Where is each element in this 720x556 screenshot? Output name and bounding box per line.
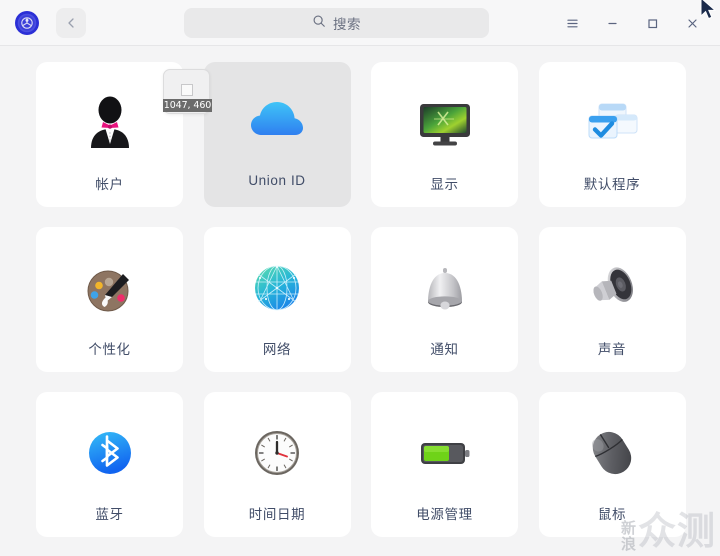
minimize-button[interactable] <box>592 3 632 43</box>
tile-notifications[interactable]: 通知 <box>371 227 518 372</box>
selection-square-icon <box>180 84 193 96</box>
search-icon <box>312 14 326 33</box>
coordinate-indicator[interactable]: 1047, 460 <box>163 69 212 114</box>
settings-grid: 帐户 Union ID 显示 默认程序 个性化 网络 通知 声音 蓝牙 时间日期… <box>36 62 686 537</box>
union-id-cloud-icon <box>243 89 311 157</box>
control-center-window: 搜索 帐户 Union ID 显示 默认程序 个性化 网络 通知 声音 蓝牙 时… <box>0 0 720 556</box>
maximize-icon <box>647 18 657 28</box>
tile-mouse[interactable]: 鼠标 <box>538 392 686 537</box>
datetime-clock-icon <box>243 419 311 487</box>
power-battery-icon <box>411 419 479 487</box>
tile-display[interactable]: 显示 <box>371 62 518 207</box>
tile-label: 个性化 <box>88 342 131 357</box>
display-monitor-icon <box>411 89 479 157</box>
default-apps-icon <box>578 89 646 157</box>
tile-datetime[interactable]: 时间日期 <box>203 392 351 537</box>
tile-network[interactable]: 网络 <box>203 227 351 372</box>
titlebar-divider <box>0 45 720 46</box>
tile-label: 帐户 <box>95 177 124 192</box>
tile-power[interactable]: 电源管理 <box>371 392 518 537</box>
search-input[interactable]: 搜索 <box>184 8 489 38</box>
coordinate-readout: 1047, 460 <box>163 99 212 112</box>
sound-speaker-icon <box>578 254 646 322</box>
mouse-icon <box>578 419 646 487</box>
tile-label: 默认程序 <box>583 177 641 192</box>
hamburger-menu-icon <box>566 19 578 27</box>
titlebar: 搜索 <box>0 0 720 46</box>
accounts-icon <box>76 89 144 157</box>
network-globe-icon <box>243 254 311 322</box>
tile-label: 蓝牙 <box>95 507 124 522</box>
search-placeholder: 搜索 <box>333 17 361 32</box>
minimize-icon <box>607 22 617 24</box>
notifications-bell-icon <box>411 254 479 322</box>
maximize-button[interactable] <box>632 3 672 43</box>
tile-personalization[interactable]: 个性化 <box>36 227 183 372</box>
tile-label: 鼠标 <box>597 507 627 522</box>
personalization-palette-icon <box>76 254 144 322</box>
deepin-logo-icon <box>12 8 42 38</box>
tile-label: 电源管理 <box>416 507 473 522</box>
bluetooth-icon <box>76 419 144 487</box>
back-button[interactable] <box>56 8 86 38</box>
close-button[interactable] <box>672 3 712 43</box>
tile-label: 通知 <box>430 342 459 357</box>
tile-default-apps[interactable]: 默认程序 <box>538 62 686 207</box>
tile-union-id[interactable]: Union ID <box>203 62 351 207</box>
chevron-left-icon <box>68 18 74 28</box>
tile-sound[interactable]: 声音 <box>538 227 686 372</box>
close-icon <box>687 18 697 28</box>
menu-button[interactable] <box>552 3 592 43</box>
window-controls <box>552 3 712 43</box>
tile-label: 时间日期 <box>248 507 306 522</box>
tile-label: 网络 <box>262 342 292 357</box>
tile-accounts[interactable]: 帐户 <box>36 62 183 207</box>
tile-label: 声音 <box>597 342 627 357</box>
tile-label: Union ID <box>248 173 306 188</box>
tile-bluetooth[interactable]: 蓝牙 <box>36 392 183 537</box>
tile-label: 显示 <box>430 177 459 192</box>
